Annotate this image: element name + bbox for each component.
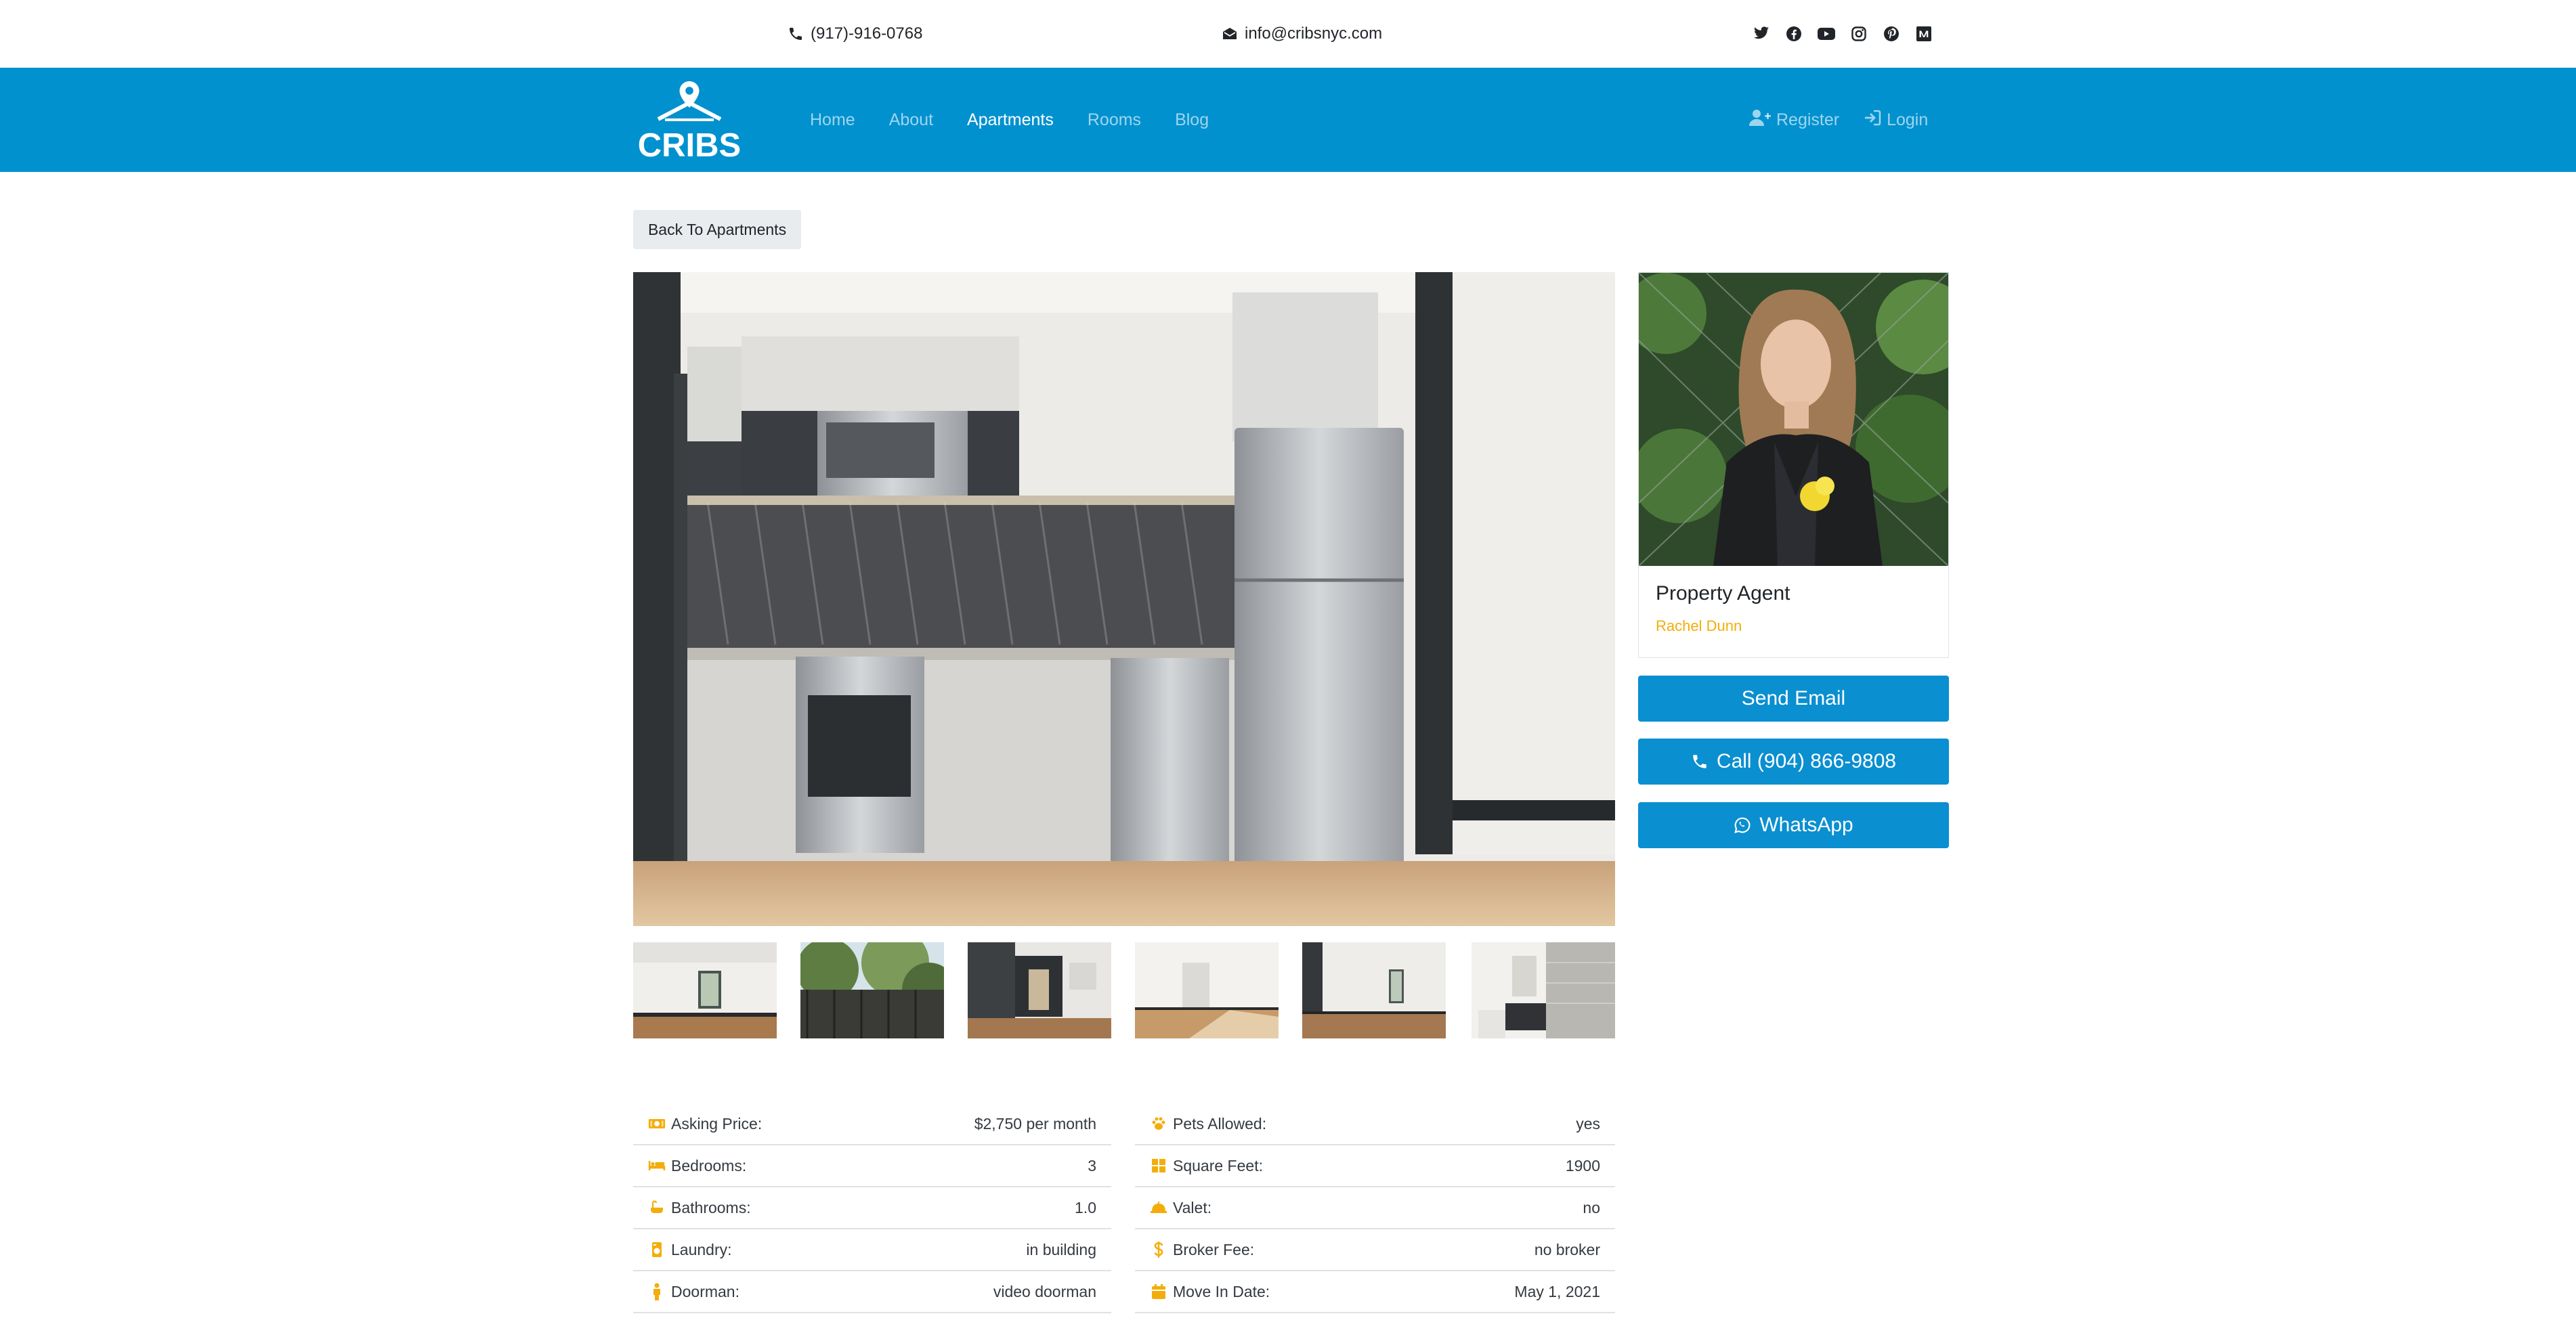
grid-icon — [1150, 1157, 1167, 1174]
detail-value: no — [1583, 1198, 1600, 1216]
valet-icon — [1150, 1199, 1167, 1216]
detail-label: Bathrooms: — [671, 1198, 751, 1216]
user-plus-icon — [1749, 109, 1771, 131]
send-email-label: Send Email — [1741, 687, 1846, 709]
pinterest-icon[interactable] — [1883, 25, 1900, 43]
dollar-icon — [1150, 1241, 1167, 1258]
bath-icon — [648, 1199, 666, 1216]
detail-label: Broker Fee: — [1173, 1240, 1255, 1258]
main-apartment-photo[interactable] — [633, 272, 1615, 926]
login-label: Login — [1887, 110, 1929, 129]
detail-label: Bedrooms: — [671, 1156, 747, 1174]
detail-value: 1900 — [1565, 1156, 1600, 1174]
register-label: Register — [1776, 110, 1840, 129]
detail-label: Square Feet: — [1173, 1156, 1263, 1174]
thumbnail-3[interactable] — [968, 942, 1111, 1038]
top-contact-bar: (917)-916-0768 info@cribsnyc.com — [0, 0, 2576, 68]
detail-value: 3 — [1088, 1156, 1096, 1174]
detail-label: Doorman: — [671, 1282, 739, 1300]
detail-doorman: Doorman: video doorman — [633, 1271, 1111, 1313]
whatsapp-label: WhatsApp — [1759, 814, 1853, 836]
main-navbar — [0, 68, 2576, 172]
thumbnail-1[interactable] — [633, 942, 777, 1038]
whatsapp-button[interactable]: WhatsApp — [1638, 802, 1949, 848]
agent-name[interactable]: Rachel Dunn — [1656, 617, 1742, 635]
detail-label: Laundry: — [671, 1240, 732, 1258]
cribs-logo[interactable]: CRIBS — [635, 80, 744, 164]
agent-title: Property Agent — [1656, 582, 1790, 605]
bed-icon — [648, 1157, 666, 1174]
twitter-icon[interactable] — [1753, 25, 1770, 43]
login-link[interactable]: Login — [1864, 110, 1928, 131]
envelope-icon — [1222, 26, 1238, 42]
detail-move-in-date: Move In Date: May 1, 2021 — [1135, 1271, 1615, 1313]
facebook-icon[interactable] — [1785, 25, 1803, 43]
nav-about[interactable]: About — [889, 110, 933, 130]
laundry-icon — [648, 1241, 666, 1258]
money-icon — [648, 1115, 666, 1133]
send-email-button[interactable]: Send Email — [1638, 676, 1949, 722]
detail-pets-allowed: Pets Allowed: yes — [1135, 1103, 1615, 1145]
detail-bedrooms: Bedrooms: 3 — [633, 1145, 1111, 1187]
detail-label: Valet: — [1173, 1198, 1212, 1216]
nav-rooms[interactable]: Rooms — [1088, 110, 1141, 130]
logo-text: CRIBS — [638, 127, 741, 161]
detail-value: 1.0 — [1075, 1198, 1096, 1216]
register-link[interactable]: Register — [1749, 109, 1839, 131]
social-links — [1753, 0, 1933, 68]
detail-label: Pets Allowed: — [1173, 1114, 1267, 1133]
thumbnail-4[interactable] — [1135, 942, 1279, 1038]
back-to-apartments-button[interactable]: Back To Apartments — [633, 210, 801, 249]
sign-in-icon — [1864, 110, 1881, 131]
nav-apartments[interactable]: Apartments — [967, 110, 1054, 130]
detail-label: Asking Price: — [671, 1114, 763, 1133]
detail-value: May 1, 2021 — [1514, 1282, 1600, 1300]
medium-icon[interactable] — [1915, 25, 1933, 43]
detail-value: yes — [1576, 1114, 1600, 1133]
detail-valet: Valet: no — [1135, 1187, 1615, 1229]
detail-square-feet: Square Feet: 1900 — [1135, 1145, 1615, 1187]
email-text: info@cribsnyc.com — [1245, 24, 1383, 43]
paw-icon — [1150, 1115, 1167, 1133]
detail-label: Move In Date: — [1173, 1282, 1270, 1300]
contact-phone[interactable]: (917)-916-0768 — [788, 0, 922, 68]
auth-links: Register Login — [1749, 68, 1928, 172]
phone-icon — [788, 26, 804, 42]
detail-laundry: Laundry: in building — [633, 1229, 1111, 1271]
detail-value: $2,750 per month — [974, 1114, 1096, 1133]
calendar-icon — [1150, 1283, 1167, 1300]
youtube-icon[interactable] — [1818, 25, 1835, 43]
whatsapp-icon — [1734, 816, 1751, 834]
thumbnail-5[interactable] — [1302, 942, 1446, 1038]
contact-email[interactable]: info@cribsnyc.com — [1222, 0, 1382, 68]
detail-broker-fee: Broker Fee: no broker — [1135, 1229, 1615, 1271]
detail-value: no broker — [1534, 1240, 1600, 1258]
agent-photo — [1639, 273, 1948, 566]
doorman-icon — [648, 1283, 666, 1300]
nav-blog[interactable]: Blog — [1175, 110, 1209, 130]
detail-bathrooms: Bathrooms: 1.0 — [633, 1187, 1111, 1229]
detail-value: in building — [1026, 1240, 1096, 1258]
thumbnail-2[interactable] — [800, 942, 944, 1038]
instagram-icon[interactable] — [1850, 25, 1868, 43]
primary-nav: Home About Apartments Rooms Blog — [810, 68, 1209, 172]
detail-asking-price: Asking Price: $2,750 per month — [633, 1103, 1111, 1145]
thumbnail-6[interactable] — [1472, 942, 1615, 1038]
phone-text: (917)-916-0768 — [811, 24, 923, 43]
call-agent-button[interactable]: Call (904) 866-9808 — [1638, 739, 1949, 785]
call-label: Call (904) 866-9808 — [1716, 750, 1897, 772]
phone-icon — [1691, 753, 1709, 770]
detail-value: video doorman — [993, 1282, 1096, 1300]
nav-home[interactable]: Home — [810, 110, 855, 130]
